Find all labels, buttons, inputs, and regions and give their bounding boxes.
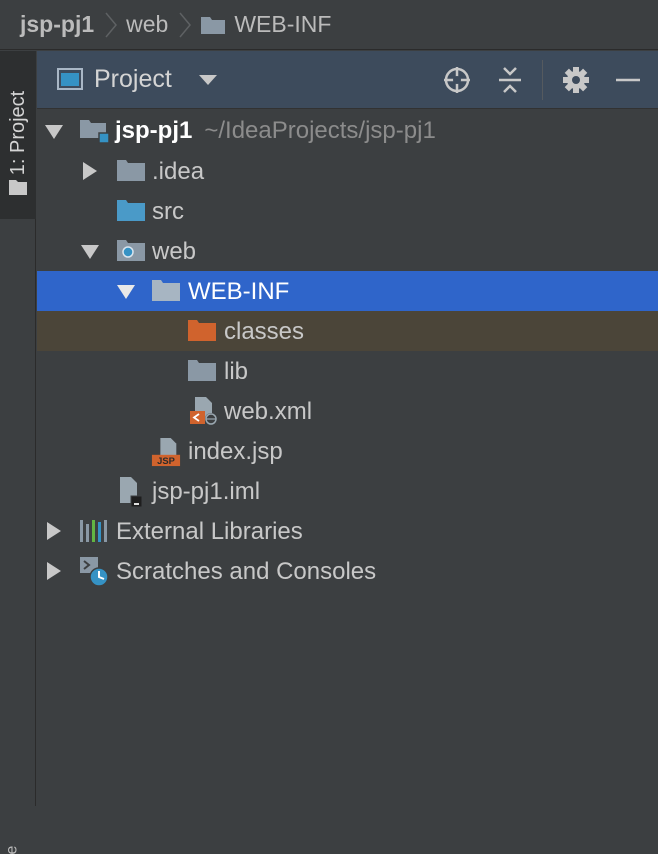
tree-label-iml: jsp-pj1.iml xyxy=(152,478,261,505)
breadcrumb-item-project[interactable]: jsp-pj1 xyxy=(20,11,94,38)
web-folder-icon xyxy=(117,240,145,261)
tree-label-indexjsp: index.jsp xyxy=(188,438,283,465)
tree-label-webxml: web.xml xyxy=(224,398,313,425)
panel-title[interactable]: Project xyxy=(94,65,172,94)
collapsed-arrow-icon[interactable] xyxy=(45,522,63,540)
folder-icon xyxy=(201,16,226,34)
expanded-arrow-icon[interactable] xyxy=(45,123,63,141)
jsp-file-icon: JSP xyxy=(151,437,181,466)
tree-item-webinf[interactable]: WEB-INF xyxy=(37,271,658,311)
tree-label-scratches: Scratches and Consoles xyxy=(116,558,377,585)
tool-tab-label-partial[interactable]: e xyxy=(3,846,21,854)
tree-item-idea[interactable]: .idea xyxy=(37,151,658,191)
tree-label-external-libraries: External Libraries xyxy=(116,518,303,545)
collapse-all-icon[interactable] xyxy=(494,64,526,96)
source-folder-icon xyxy=(117,200,145,221)
breadcrumb-item-web[interactable]: web xyxy=(126,11,168,38)
project-tree: jsp-pj1 ~/IdeaProjects/jsp-pj1 .idea src … xyxy=(37,109,658,806)
project-panel-header: Project xyxy=(37,51,658,109)
tree-label-web: web xyxy=(152,238,197,265)
tree-item-lib[interactable]: lib xyxy=(37,351,658,391)
tree-item-classes[interactable]: classes xyxy=(37,311,658,351)
expanded-arrow-icon[interactable] xyxy=(81,243,99,261)
tree-label-lib: lib xyxy=(224,358,249,385)
tree-label-classes: classes xyxy=(224,318,305,345)
tree-item-project-root[interactable]: jsp-pj1 ~/IdeaProjects/jsp-pj1 xyxy=(37,111,658,151)
toolbar-divider xyxy=(542,60,543,100)
chevron-down-icon[interactable] xyxy=(199,75,217,85)
collapsed-arrow-icon[interactable] xyxy=(45,562,63,580)
folder-icon xyxy=(117,160,145,181)
chevron-right-icon xyxy=(179,12,192,37)
folder-icon xyxy=(188,360,216,381)
breadcrumb: jsp-pj1 web WEB-INF xyxy=(0,0,658,50)
tree-item-src[interactable]: src xyxy=(37,191,658,231)
scratches-icon xyxy=(80,557,109,587)
tree-label-root-path: ~/IdeaProjects/jsp-pj1 xyxy=(204,117,436,144)
tree-item-webxml[interactable]: web.xml xyxy=(37,391,658,431)
breadcrumb-item-webinf[interactable]: WEB-INF xyxy=(234,11,331,38)
project-tool-tab[interactable]: 1: Project xyxy=(0,51,36,219)
expanded-arrow-icon[interactable] xyxy=(117,283,135,301)
web-xml-file-icon xyxy=(190,397,217,425)
minimize-icon[interactable] xyxy=(612,64,644,96)
tool-window-stripe: 1: Project e xyxy=(0,51,36,854)
tree-item-indexjsp[interactable]: JSP index.jsp xyxy=(37,431,658,471)
tree-item-web[interactable]: web xyxy=(37,231,658,271)
tree-item-external-libraries[interactable]: External Libraries xyxy=(37,511,658,551)
tree-label-root: jsp-pj1 ~/IdeaProjects/jsp-pj1 xyxy=(115,117,436,144)
tree-item-scratches[interactable]: Scratches and Consoles xyxy=(37,551,658,591)
locate-icon[interactable] xyxy=(441,64,473,96)
excluded-folder-icon xyxy=(188,320,216,341)
chevron-right-icon xyxy=(105,12,118,37)
tree-label-src: src xyxy=(152,198,184,225)
module-folder-icon xyxy=(80,120,109,144)
collapsed-arrow-icon[interactable] xyxy=(81,162,99,180)
tree-item-iml[interactable]: jsp-pj1.iml xyxy=(37,471,658,511)
gear-icon[interactable] xyxy=(560,64,592,96)
tree-label-idea: .idea xyxy=(152,158,205,185)
folder-icon xyxy=(152,280,180,301)
libraries-icon xyxy=(80,520,107,542)
tree-label-webinf: WEB-INF xyxy=(188,278,290,305)
jsp-badge-text: JSP xyxy=(157,456,175,466)
folder-icon xyxy=(9,180,27,195)
project-view-icon xyxy=(57,68,83,90)
module-file-icon xyxy=(120,477,143,508)
